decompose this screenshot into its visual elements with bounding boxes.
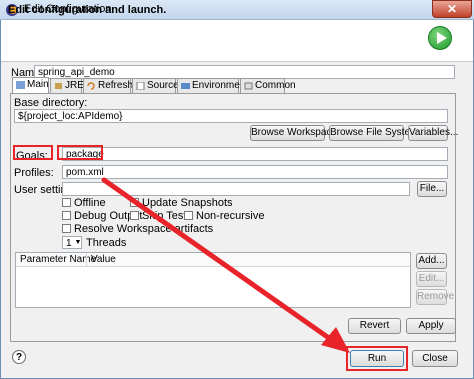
tab-main[interactable]: Main — [12, 77, 49, 94]
help-icon[interactable]: ? — [12, 350, 26, 364]
column-value: Value — [91, 254, 116, 265]
chevron-down-icon[interactable]: ▼ — [74, 237, 82, 248]
jre-icon — [55, 83, 62, 89]
tab-refresh[interactable]: Refresh — [83, 78, 133, 93]
run-launch-icon — [428, 26, 452, 50]
browse-file-system-button[interactable]: Browse File System... — [329, 125, 427, 141]
common-icon — [244, 82, 253, 90]
offline-checkbox[interactable] — [62, 198, 71, 207]
goals-field[interactable]: package — [62, 147, 448, 161]
debug-output-checkbox[interactable] — [62, 211, 71, 220]
resolve-workspace-checkbox[interactable] — [62, 224, 71, 233]
tab-common[interactable]: Common — [240, 78, 296, 93]
browse-workspace-button[interactable]: Browse Workspace... — [250, 125, 345, 141]
parameters-table[interactable]: Parameter Name Value — [15, 252, 411, 308]
tab-jre[interactable]: JRE — [50, 78, 84, 93]
goals-value-highlight — [57, 145, 103, 160]
tab-source[interactable]: Source — [132, 78, 179, 93]
refresh-icon — [87, 82, 95, 90]
dialog-header — [1, 20, 473, 62]
name-field[interactable]: spring_api_demo — [34, 65, 455, 79]
run-button-highlight — [346, 346, 408, 371]
header-title: Edit configuration and launch. — [8, 4, 167, 16]
column-parameter-name: Parameter Name — [20, 254, 97, 265]
user-settings-field[interactable] — [62, 182, 410, 196]
non-recursive-checkbox[interactable] — [184, 211, 193, 220]
variables-button[interactable]: Variables... — [408, 125, 458, 141]
file-button[interactable]: File... — [417, 181, 447, 197]
environment-icon — [181, 83, 190, 89]
threads-label: Threads — [86, 237, 127, 249]
close-button[interactable]: Close — [412, 350, 458, 367]
main-icon — [16, 81, 25, 89]
apply-button[interactable]: Apply — [406, 318, 456, 334]
window-close-button[interactable]: ✕ — [432, 0, 472, 18]
skip-tests-checkbox[interactable] — [130, 211, 139, 220]
source-icon — [136, 82, 145, 90]
non-recursive-label: Non-recursive — [196, 210, 265, 222]
edit-parameter-button[interactable]: Edit... — [416, 271, 447, 287]
tab-environment[interactable]: Environment — [177, 78, 248, 93]
column-divider — [86, 253, 87, 267]
profiles-field[interactable]: pom.xml — [62, 165, 448, 179]
base-directory-label: Base directory: — [14, 97, 88, 109]
offline-label: Offline — [74, 197, 106, 209]
profiles-label: Profiles: — [14, 167, 54, 179]
add-parameter-button[interactable]: Add... — [416, 253, 447, 269]
remove-parameter-button[interactable]: Remove — [416, 289, 454, 305]
update-snapshots-label: Update Snapshots — [142, 197, 233, 209]
resolve-workspace-label: Resolve Workspace artifacts — [74, 223, 214, 235]
revert-button[interactable]: Revert — [348, 318, 401, 334]
base-directory-field[interactable]: ${project_loc:APIdemo} — [14, 109, 448, 123]
update-snapshots-checkbox[interactable] — [130, 198, 139, 207]
goals-label-highlight — [13, 145, 53, 160]
